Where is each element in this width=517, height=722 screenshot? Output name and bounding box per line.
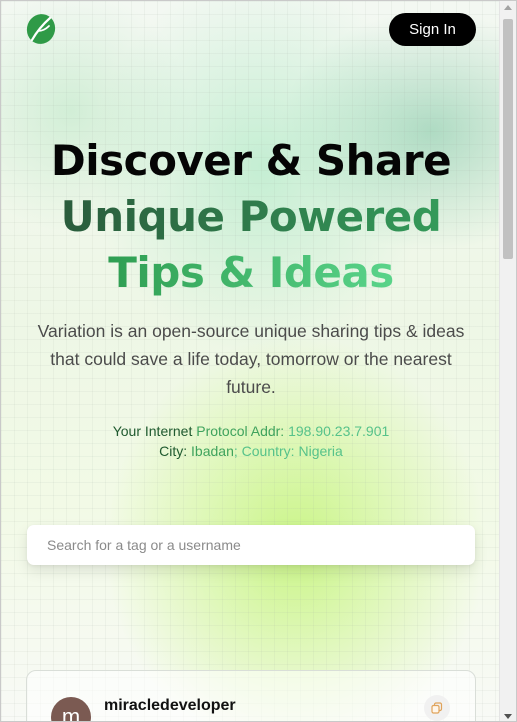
- prompt-card[interactable]: m miracledeveloper: [26, 670, 476, 721]
- sign-in-button[interactable]: Sign In: [389, 13, 476, 46]
- location-line: City: Ibadan; Country: Nigeria: [1, 441, 501, 461]
- scroll-up-icon[interactable]: [504, 5, 512, 10]
- hero-line-2: Unique Powered: [60, 192, 442, 241]
- vertical-scrollbar[interactable]: [499, 1, 516, 721]
- hero-line-3: Tips & Ideas: [108, 248, 394, 297]
- page: Sign In Discover & Share Unique Powered …: [0, 0, 517, 722]
- copy-icon: [431, 702, 443, 714]
- hero-line-1: Discover & Share: [50, 136, 452, 185]
- ip-label-part2: Protocol Addr:: [196, 423, 289, 439]
- scroll-down-icon[interactable]: [504, 714, 512, 719]
- scrollbar-thumb[interactable]: [503, 19, 513, 259]
- ip-label-part1: Your Internet: [112, 423, 197, 439]
- ip-address-line: Your Internet Protocol Addr: 198.90.23.7…: [1, 421, 501, 441]
- city-value: Ibadan: [191, 443, 234, 459]
- country-value: Nigeria: [298, 443, 343, 459]
- card-username[interactable]: miracledeveloper: [104, 697, 236, 715]
- ip-value: 198.90.23.7.901: [288, 423, 390, 439]
- country-label: ; Country:: [233, 443, 299, 459]
- leaf-logo-icon[interactable]: [25, 12, 57, 46]
- city-label: City:: [159, 443, 192, 459]
- hero-description: Variation is an open-source unique shari…: [37, 321, 465, 397]
- client-info: Your Internet Protocol Addr: 198.90.23.7…: [1, 421, 501, 461]
- search-input[interactable]: [27, 525, 475, 565]
- avatar[interactable]: m: [51, 697, 91, 721]
- hero-heading: Discover & Share Unique Powered Tips & I…: [1, 133, 501, 301]
- copy-button[interactable]: [424, 695, 450, 721]
